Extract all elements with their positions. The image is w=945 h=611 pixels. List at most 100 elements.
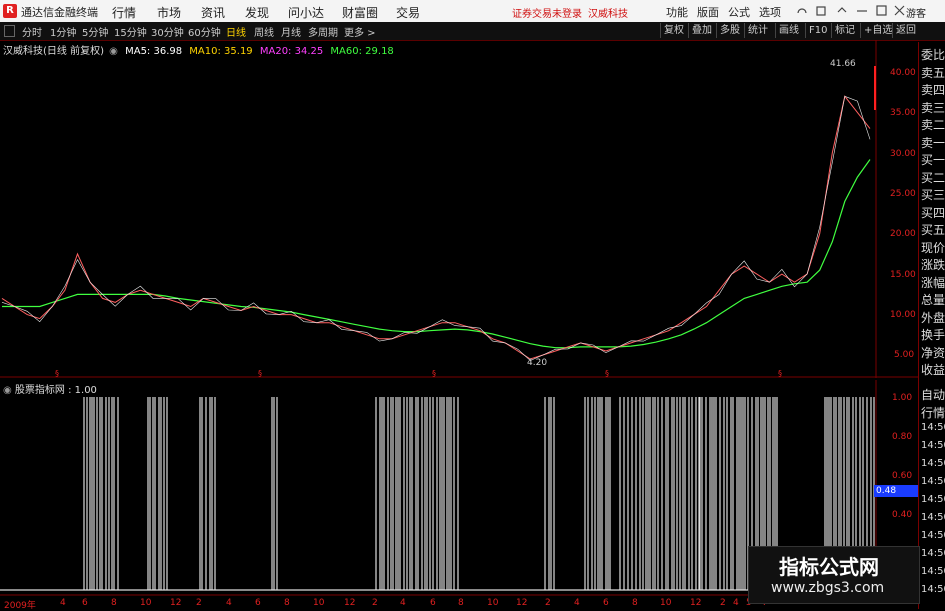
menu-formula[interactable]: 公式 — [728, 4, 750, 20]
btn-restore-rights[interactable]: 复权 — [660, 23, 687, 38]
side-label: 卖五 — [921, 65, 945, 80]
btn-add-favorite[interactable]: +自选 — [860, 23, 895, 38]
watermark-title: 指标公式网 — [779, 555, 879, 579]
period-1min[interactable]: 1分钟 — [50, 24, 76, 39]
price-tick: 10.00 — [890, 310, 916, 320]
period-daily[interactable]: 日线 — [226, 24, 246, 39]
event-mark[interactable]: § — [55, 369, 59, 378]
side-time-label: 14:50 — [921, 530, 945, 541]
period-30min[interactable]: 30分钟 — [151, 24, 184, 39]
period-multi[interactable]: 多周期 — [308, 24, 338, 39]
menu-wealth[interactable]: 财富圈 — [342, 4, 378, 21]
side-label: 卖三 — [921, 100, 945, 115]
layout-icon — [816, 6, 826, 16]
menu-market-list[interactable]: 市场 — [157, 4, 181, 21]
side-label: 收益 — [921, 363, 945, 377]
side-label: 买二 — [921, 170, 945, 185]
side-time-label[interactable]: 行情 — [921, 404, 945, 421]
price-tick: 35.00 — [890, 108, 916, 118]
side-label: 涨幅 — [921, 275, 945, 290]
date-tick: 6 — [430, 598, 436, 608]
period-5min[interactable]: 5分钟 — [82, 24, 108, 39]
date-tick: 12 — [690, 598, 702, 608]
btn-f10[interactable]: F10 — [805, 23, 830, 38]
btn-statistics[interactable]: 统计 — [744, 23, 771, 38]
date-tick: 12 — [516, 598, 528, 608]
date-tick: 2 — [372, 598, 378, 608]
menu-market[interactable]: 行情 — [112, 4, 136, 21]
date-tick: 2009年 — [4, 601, 36, 611]
collapse-icon[interactable] — [4, 25, 15, 37]
menu-options[interactable]: 选项 — [759, 4, 781, 20]
date-tick: 10 — [487, 598, 499, 608]
date-tick: 6 — [603, 598, 609, 608]
event-mark[interactable]: § — [432, 369, 436, 378]
price-tick: 25.00 — [890, 189, 916, 199]
side-time-label: 14:50 — [921, 494, 945, 505]
quote-side-panel: 委比 卖五 卖四 卖三 卖二 卖一 买一 买二 买三 买四 买五 现价 涨跌 涨幅 总量 外盘 换手 净资 收益 自动… — [918, 42, 945, 609]
side-label: 卖一 — [921, 135, 945, 150]
price-line — [1, 95, 871, 360]
date-tick: 2 — [720, 598, 726, 608]
period-timeshare[interactable]: 分时 — [22, 24, 42, 39]
side-label: 买一 — [921, 153, 945, 167]
event-mark[interactable]: § — [605, 369, 609, 378]
date-tick: 4 — [226, 598, 232, 608]
date-tick: 6 — [82, 598, 88, 608]
btn-back[interactable]: 返回 — [892, 23, 919, 38]
price-tick: 30.00 — [890, 149, 916, 159]
period-weekly[interactable]: 周线 — [254, 24, 274, 39]
watermark-logo: 指标公式网 www.zbgs3.com — [748, 546, 920, 604]
indicator-tick: 0.60 — [892, 471, 913, 481]
event-mark[interactable]: § — [258, 369, 262, 378]
ma5-line — [1, 95, 871, 361]
side-time-label: 14:50 — [921, 458, 945, 469]
date-tick: 8 — [284, 598, 290, 608]
menu-ask[interactable]: 问小达 — [288, 4, 324, 21]
menu-news[interactable]: 资讯 — [201, 4, 225, 21]
side-label: 现价 — [921, 240, 945, 255]
period-monthly[interactable]: 月线 — [281, 24, 301, 39]
side-label: 买五 — [921, 223, 945, 237]
side-time-label[interactable]: 自动 — [921, 386, 945, 403]
date-tick: 10 — [313, 598, 325, 608]
date-tick: 12 — [170, 598, 182, 608]
date-tick: 4 — [733, 598, 739, 608]
menu-trade[interactable]: 交易 — [396, 4, 420, 21]
side-label: 卖二 — [921, 118, 945, 132]
btn-multi-stock[interactable]: 多股 — [716, 23, 743, 38]
high-annotation: 41.66 — [830, 59, 856, 69]
login-notice[interactable]: 证券交易未登录 — [512, 5, 582, 20]
side-label: 委比 — [921, 48, 945, 62]
btn-mark[interactable]: 标记 — [831, 23, 858, 38]
maximize-icon — [876, 5, 887, 16]
period-60min[interactable]: 60分钟 — [188, 24, 221, 39]
price-chart[interactable]: § § § § § — [0, 40, 918, 378]
date-tick: 12 — [344, 598, 356, 608]
side-label: 卖四 — [921, 83, 945, 97]
app-logo-icon: R — [3, 4, 17, 18]
close-icon — [894, 5, 905, 16]
period-more[interactable]: 更多 > — [344, 24, 376, 39]
menu-function[interactable]: 功能 — [666, 4, 688, 20]
date-tick: 8 — [458, 598, 464, 608]
menu-discover[interactable]: 发现 — [245, 4, 269, 21]
ma60-line — [2, 159, 871, 349]
price-tick: 20.00 — [890, 229, 916, 239]
side-label: 买三 — [921, 188, 945, 202]
indicator-tick: 0.80 — [892, 432, 913, 442]
up-icon — [837, 7, 847, 13]
event-mark[interactable]: § — [778, 369, 782, 378]
side-time-label: 14:50 — [921, 566, 945, 577]
menu-layout[interactable]: 版面 — [697, 4, 719, 20]
date-tick: 4 — [400, 598, 406, 608]
side-label: 买四 — [921, 205, 945, 220]
side-label: 换手 — [921, 328, 945, 342]
date-tick: 6 — [255, 598, 261, 608]
indicator-tick: 0.40 — [892, 510, 913, 520]
period-15min[interactable]: 15分钟 — [114, 24, 147, 39]
btn-overlay[interactable]: 叠加 — [688, 23, 715, 38]
btn-draw-line[interactable]: 画线 — [775, 23, 802, 38]
date-tick: 8 — [111, 598, 117, 608]
guest-label[interactable]: 游客 — [906, 5, 926, 20]
